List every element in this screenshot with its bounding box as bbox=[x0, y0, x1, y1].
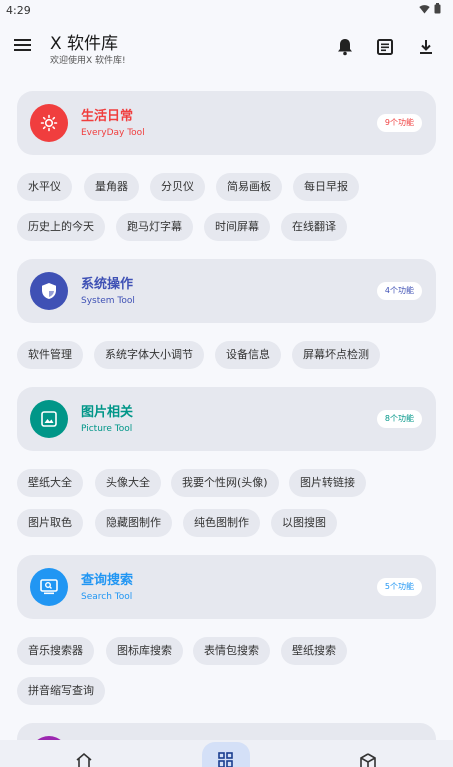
section-subtitle: Picture Tool bbox=[81, 424, 133, 434]
nav-home[interactable] bbox=[54, 740, 114, 767]
shield-icon bbox=[42, 283, 56, 299]
chip-marquee[interactable]: 跑马灯字幕 bbox=[116, 213, 193, 241]
app-title: X 软件库 bbox=[50, 34, 119, 54]
section-title: 生活日常 bbox=[81, 109, 134, 124]
chip-avatars[interactable]: 头像大全 bbox=[95, 469, 161, 497]
chip-font-size[interactable]: 系统字体大小调节 bbox=[94, 341, 204, 369]
chip-color-picker[interactable]: 图片取色 bbox=[17, 509, 83, 537]
notes-icon bbox=[377, 39, 393, 55]
box-icon bbox=[360, 753, 376, 767]
chip-image-to-link[interactable]: 图片转链接 bbox=[289, 469, 366, 497]
section-title: 图片相关 bbox=[81, 405, 134, 420]
chip-emoji-search[interactable]: 表情包搜索 bbox=[193, 637, 270, 665]
chip-level[interactable]: 水平仪 bbox=[17, 173, 72, 201]
nav-apps[interactable] bbox=[196, 740, 256, 767]
bottom-navigation bbox=[0, 740, 453, 767]
section-subtitle: EveryDay Tool bbox=[81, 128, 145, 138]
status-bar: 4:29 bbox=[0, 0, 453, 22]
apps-icon bbox=[218, 752, 233, 767]
chip-today-in-history[interactable]: 历史上的今天 bbox=[17, 213, 105, 241]
menu-icon bbox=[14, 39, 31, 51]
chip-sketchpad[interactable]: 简易画板 bbox=[216, 173, 282, 201]
section-title: 查询搜索 bbox=[81, 573, 134, 588]
chip-time-screen[interactable]: 时间屏幕 bbox=[204, 213, 270, 241]
battery-icon bbox=[434, 3, 441, 14]
section-icon-bg bbox=[30, 400, 68, 438]
section-title: 系统操作 bbox=[81, 277, 134, 292]
app-bar: X 软件库 欢迎使用X 软件库! bbox=[0, 22, 453, 74]
image-icon bbox=[41, 411, 57, 427]
chip-translate[interactable]: 在线翻译 bbox=[281, 213, 347, 241]
section-card-picture[interactable]: 图片相关 Picture Tool 8个功能 bbox=[17, 387, 436, 451]
download-icon bbox=[420, 40, 432, 54]
chip-decibel[interactable]: 分贝仪 bbox=[150, 173, 205, 201]
status-time: 4:29 bbox=[6, 4, 31, 17]
feature-count-badge: 5个功能 bbox=[376, 578, 422, 596]
status-icons bbox=[419, 3, 441, 14]
notes-button[interactable] bbox=[374, 36, 396, 58]
chip-hidden-image[interactable]: 隐藏图制作 bbox=[95, 509, 172, 537]
menu-button[interactable] bbox=[14, 37, 34, 57]
chip-reverse-image[interactable]: 以图搜图 bbox=[271, 509, 337, 537]
chip-icon-search[interactable]: 图标库搜索 bbox=[106, 637, 183, 665]
feature-count-badge: 8个功能 bbox=[376, 410, 422, 428]
download-button[interactable] bbox=[415, 36, 437, 58]
section-icon-bg bbox=[30, 568, 68, 606]
wifi-icon bbox=[419, 4, 430, 13]
section-icon-bg bbox=[30, 272, 68, 310]
chip-music-search[interactable]: 音乐搜索器 bbox=[17, 637, 94, 665]
feature-list: 生活日常 EveryDay Tool 9个功能 水平仪 量角器 分贝仪 简易画板… bbox=[0, 80, 453, 740]
home-icon bbox=[76, 752, 92, 767]
section-card-everyday[interactable]: 生活日常 EveryDay Tool 9个功能 bbox=[17, 91, 436, 155]
section-icon-bg bbox=[30, 104, 68, 142]
chip-daily-news[interactable]: 每日早报 bbox=[293, 173, 359, 201]
feature-count-badge: 4个功能 bbox=[376, 282, 422, 300]
section-card-system[interactable]: 系统操作 System Tool 4个功能 bbox=[17, 259, 436, 323]
chip-app-manager[interactable]: 软件管理 bbox=[17, 341, 83, 369]
chip-protractor[interactable]: 量角器 bbox=[84, 173, 139, 201]
section-subtitle: System Tool bbox=[81, 296, 135, 306]
section-card-search[interactable]: 查询搜索 Search Tool 5个功能 bbox=[17, 555, 436, 619]
bell-icon bbox=[338, 39, 352, 56]
section-subtitle: Search Tool bbox=[81, 592, 133, 602]
chip-solid-color[interactable]: 纯色图制作 bbox=[183, 509, 260, 537]
sun-icon bbox=[40, 114, 58, 132]
chip-personal-avatar[interactable]: 我要个性网(头像) bbox=[171, 469, 279, 497]
notifications-button[interactable] bbox=[334, 36, 356, 58]
nav-box[interactable] bbox=[338, 740, 398, 767]
chip-device-info[interactable]: 设备信息 bbox=[215, 341, 281, 369]
search-screen-icon bbox=[40, 579, 58, 595]
chip-wallpapers[interactable]: 壁纸大全 bbox=[17, 469, 83, 497]
chip-wallpaper-search[interactable]: 壁纸搜索 bbox=[281, 637, 347, 665]
section-card-partial[interactable] bbox=[17, 723, 436, 740]
feature-count-badge: 9个功能 bbox=[376, 114, 422, 132]
app-subtitle: 欢迎使用X 软件库! bbox=[50, 56, 126, 66]
chip-dead-pixel[interactable]: 屏幕坏点检测 bbox=[292, 341, 380, 369]
chip-pinyin-lookup[interactable]: 拼音缩写查询 bbox=[17, 677, 105, 705]
